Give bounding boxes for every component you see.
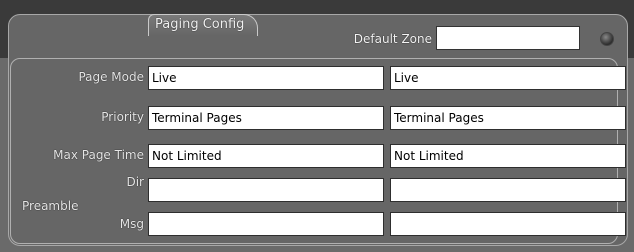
- preamble-dir-field-1[interactable]: [148, 178, 384, 202]
- priority-field-2[interactable]: Terminal Pages: [390, 106, 626, 130]
- max-page-time-field-1[interactable]: Not Limited: [148, 144, 384, 168]
- default-zone-input[interactable]: [436, 26, 580, 50]
- preamble-dir-field-2[interactable]: [390, 178, 626, 202]
- status-led-icon: [600, 32, 614, 46]
- priority-label: Priority: [101, 110, 144, 124]
- preamble-msg-field-2[interactable]: [390, 212, 626, 236]
- preamble-msg-label: Msg: [119, 217, 144, 231]
- preamble-msg-field-1[interactable]: [148, 212, 384, 236]
- page-mode-field-2[interactable]: Live: [390, 66, 626, 90]
- default-zone-label: Default Zone: [353, 32, 432, 46]
- max-page-time-field-2[interactable]: Not Limited: [390, 144, 626, 168]
- max-page-time-label: Max Page Time: [53, 148, 144, 162]
- preamble-dir-label: Dir: [126, 175, 144, 189]
- preamble-label: Preamble: [22, 199, 79, 213]
- page-mode-label: Page Mode: [78, 70, 144, 84]
- page-mode-field-1[interactable]: Live: [148, 66, 384, 90]
- tab-paging-config[interactable]: Paging Config: [148, 14, 258, 36]
- priority-field-1[interactable]: Terminal Pages: [148, 106, 384, 130]
